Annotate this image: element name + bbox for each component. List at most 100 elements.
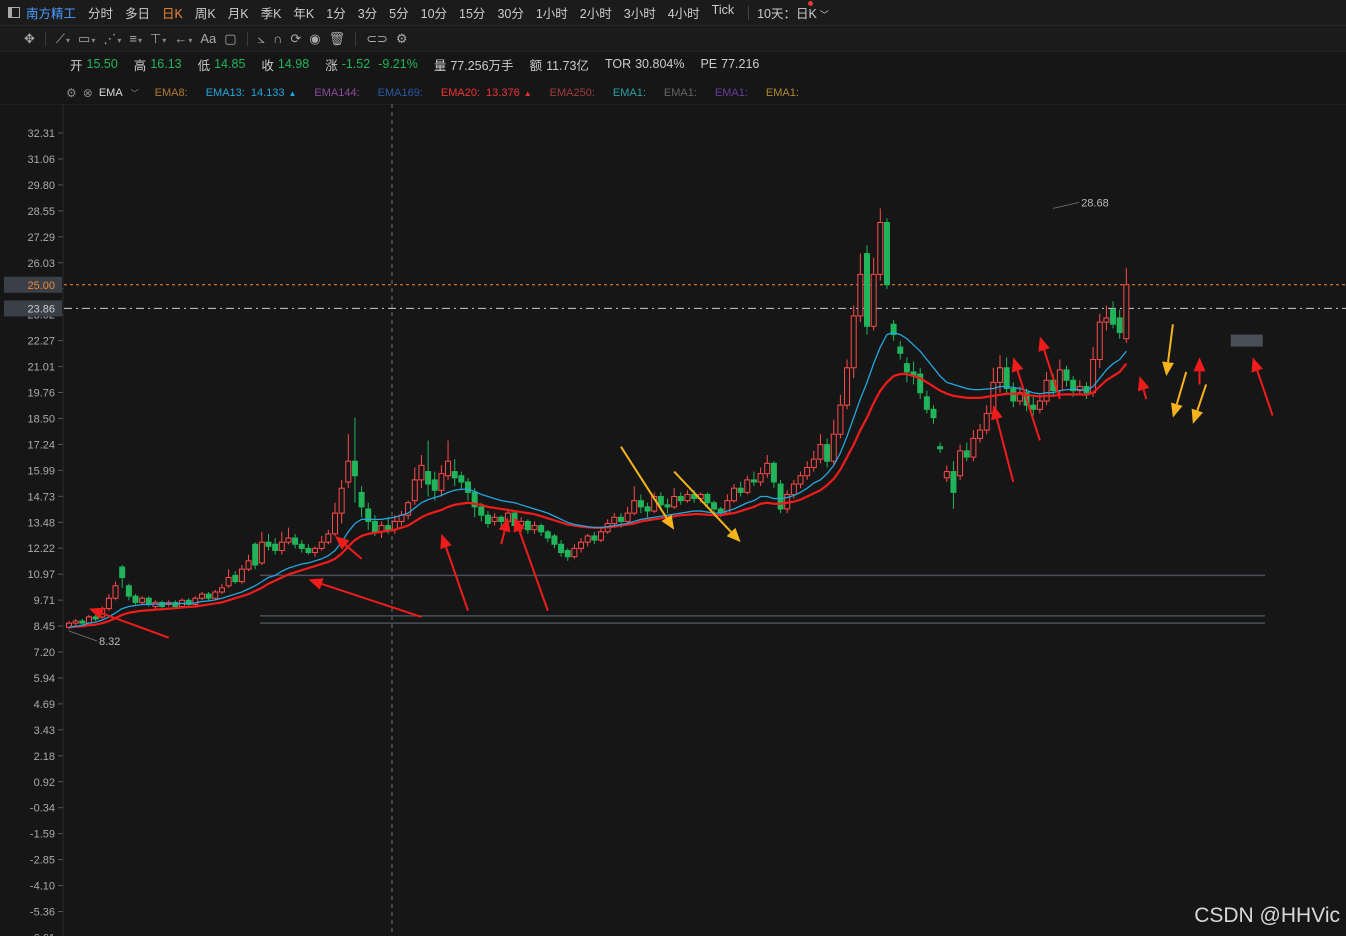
red-arrow-head: [1193, 357, 1206, 372]
pe-value: 77.216: [721, 57, 760, 71]
candle-body: [245, 560, 252, 570]
ema-legend[interactable]: EMA1:: [715, 87, 748, 99]
candle-body: [817, 444, 824, 460]
period-tab[interactable]: 1小时: [536, 3, 568, 22]
candle-body: [524, 520, 531, 531]
sidebar-toggle-icon[interactable]: [8, 7, 20, 18]
red-arrow-head: [1251, 357, 1263, 373]
ema-legend[interactable]: EMA144:: [314, 87, 359, 99]
candle-body: [624, 512, 631, 522]
candle-body: [963, 450, 970, 458]
candle-body: [371, 520, 378, 533]
candle-body: [345, 460, 352, 483]
gear-icon[interactable]: ⚙: [66, 86, 77, 100]
candle-body: [897, 346, 904, 354]
ema-legend[interactable]: EMA8:: [155, 87, 188, 99]
red-arrow-shaft: [500, 530, 506, 545]
period-tab[interactable]: Tick: [712, 3, 734, 22]
candle-body: [631, 500, 638, 514]
red-arrow-shaft: [1256, 370, 1274, 416]
ema-legend[interactable]: EMA169:: [378, 87, 423, 99]
settings-icon[interactable]: ⚙: [396, 31, 408, 47]
measure-tool-icon[interactable]: ⊤▾: [150, 31, 166, 47]
candle-body: [677, 496, 684, 502]
period-tab[interactable]: 10分: [421, 3, 447, 22]
period-tab[interactable]: 15分: [459, 3, 485, 22]
candle-body: [199, 593, 205, 599]
annotation-label: 28.68: [1081, 197, 1109, 209]
candle-body: [212, 591, 219, 599]
move-icon[interactable]: ✥: [24, 31, 35, 47]
candle-body: [292, 537, 299, 545]
ema-legend[interactable]: EMA250:: [550, 87, 595, 99]
period-tab[interactable]: 月K: [228, 3, 249, 22]
arrow-tool-icon[interactable]: ←▾: [174, 31, 192, 46]
period-tab[interactable]: 2小时: [580, 3, 612, 22]
y-tick-label: -5.36: [30, 907, 55, 919]
ema-legend[interactable]: EMA1:: [613, 87, 646, 99]
candle-body: [711, 502, 718, 510]
fib-tool-icon[interactable]: ≡▾: [129, 31, 142, 46]
yellow-arrow-shaft: [1167, 324, 1174, 363]
toggle-icon[interactable]: ⊂⊃: [366, 31, 388, 47]
close-icon[interactable]: ⊗: [83, 86, 93, 100]
comment-tool-icon[interactable]: ▢: [224, 31, 236, 47]
ema-legend[interactable]: EMA20: 13.376 ▲: [441, 87, 532, 99]
rect-tool-icon[interactable]: ▭▾: [78, 31, 95, 47]
volume-label: 量: [433, 58, 447, 73]
sync-icon[interactable]: ⟳: [290, 31, 301, 47]
polyline-tool-icon[interactable]: ⋰▾: [103, 31, 121, 47]
candle-body: [1110, 309, 1117, 325]
line-tool-icon[interactable]: ⟋▾: [56, 31, 70, 47]
ema-legend-label: EMA169:: [377, 87, 423, 99]
divider: [355, 31, 357, 46]
candle-body: [684, 493, 691, 502]
period-tab[interactable]: 3分: [358, 3, 377, 22]
ema-legend[interactable]: EMA1:: [664, 87, 697, 99]
yellow-arrow-shaft: [1175, 371, 1188, 405]
candle-body: [351, 460, 358, 477]
period-tab[interactable]: 5分: [389, 3, 408, 22]
ruler-icon[interactable]: ⦣: [258, 31, 265, 47]
candle-body: [664, 504, 671, 508]
candle-body: [1063, 369, 1070, 381]
candle-body: [238, 568, 245, 583]
period-tab[interactable]: 周K: [195, 3, 216, 22]
period-tab[interactable]: 分时: [88, 3, 113, 22]
candlestick-chart[interactable]: 32.3131.0629.8028.5527.2926.0324.7823.52…: [0, 104, 1346, 936]
range-selector[interactable]: 10天：日K ﹀: [757, 3, 829, 22]
yellow-arrow-head: [1171, 402, 1183, 418]
period-tab[interactable]: 30分: [497, 3, 523, 22]
period-tab[interactable]: 4小时: [668, 3, 700, 22]
y-tick-label: 21.01: [27, 362, 55, 374]
candle-body: [1056, 369, 1063, 392]
red-arrow-shaft: [995, 418, 1015, 483]
candle-body: [79, 620, 86, 624]
period-tab[interactable]: 1分: [326, 3, 345, 22]
candle-body: [305, 547, 312, 554]
candle-body: [1103, 317, 1110, 323]
ema-legend[interactable]: EMA13: 14.133 ▲: [206, 87, 297, 99]
period-tab[interactable]: 季K: [261, 3, 282, 22]
y-tick-label: 18.50: [27, 413, 55, 425]
ema-legend-label: EMA1:: [765, 87, 799, 99]
ema-legend[interactable]: EMA1:: [766, 87, 799, 99]
trash-icon[interactable]: 🗑: [329, 31, 346, 47]
candle-body: [298, 543, 305, 549]
indicator-select[interactable]: EMA ﹀: [99, 87, 139, 99]
ema-legend-label: EMA1:: [714, 87, 748, 99]
candle-body: [770, 462, 777, 483]
period-tab[interactable]: 年K: [293, 3, 314, 22]
candle-body: [750, 479, 757, 483]
stock-name[interactable]: 南方精工: [26, 3, 76, 22]
eye-icon[interactable]: ◉: [309, 31, 320, 47]
period-tab[interactable]: 多日: [125, 3, 150, 22]
highlight-box: [1230, 334, 1263, 347]
change-label: 涨: [325, 58, 338, 73]
period-tab[interactable]: 日K: [162, 3, 183, 22]
text-tool-icon[interactable]: Aa: [200, 31, 216, 46]
candle-body: [671, 496, 678, 508]
y-tick-label: -0.34: [30, 803, 55, 815]
magnet-icon[interactable]: ∩: [273, 31, 282, 46]
period-tab[interactable]: 3小时: [624, 3, 656, 22]
